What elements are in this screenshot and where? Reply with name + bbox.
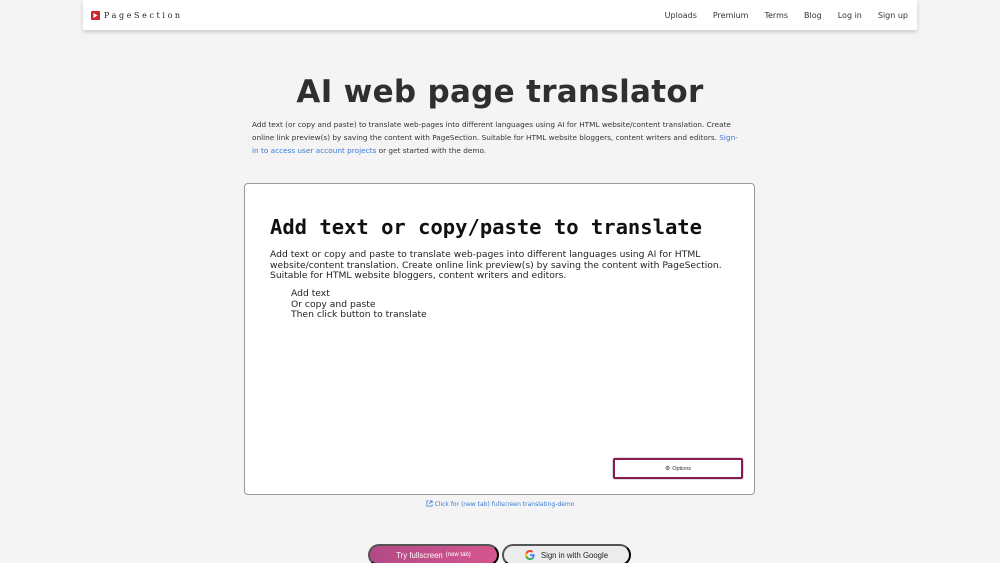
intro-paragraph: Add text (or copy and paste) to translat… [252,118,744,157]
nav-link-premium[interactable]: Premium [713,11,749,20]
try-fullscreen-sub: (new tab) [445,552,471,558]
translator-demo-frame[interactable]: Add text or copy/paste to translate Add … [244,183,755,495]
brand-home-link[interactable]: PageSection [91,10,183,20]
intro-tail-text: or get started with the demo. [378,146,487,155]
demo-steps-list: Add text Or copy and paste Then click bu… [291,288,427,321]
list-item: Add text [291,288,330,299]
options-button[interactable]: ⚙ Options [613,458,743,479]
fullscreen-demo-link[interactable]: Click for (new tab) fullscreen translati… [435,501,575,508]
google-signin-label: Sign in with Google [540,550,609,560]
gear-icon: ⚙ [664,466,671,472]
nav-links: Uploads Premium Terms Blog Log in Sign u… [665,11,917,20]
nav-link-uploads[interactable]: Uploads [665,11,697,20]
brand-name: PageSection [104,10,183,20]
external-link-icon [426,500,433,509]
demo-heading: Add text or copy/paste to translate [270,215,702,239]
intro-text: Add text (or copy and paste) to translat… [252,120,731,142]
nav-link-terms[interactable]: Terms [764,11,788,20]
list-item: Then click button to translate [291,309,427,320]
try-fullscreen-button[interactable]: Try fullscreen (new tab) [368,544,499,563]
page-title: AI web page translator [296,74,704,110]
google-logo-icon [524,550,535,560]
top-navbar: PageSection Uploads Premium Terms Blog L… [83,0,917,30]
options-label: Options [672,465,692,472]
try-fullscreen-label: Try fullscreen [396,550,443,560]
google-signin-button[interactable]: Sign in with Google [502,544,631,563]
demo-paragraph: Add text or copy and paste to translate … [270,249,722,281]
nav-link-blog[interactable]: Blog [804,11,822,20]
nav-link-signup[interactable]: Sign up [878,11,908,20]
pagesection-logo-icon [91,10,100,20]
nav-link-login[interactable]: Log in [838,11,862,20]
fullscreen-demo-link-row: Click for (new tab) fullscreen translati… [0,500,1000,509]
